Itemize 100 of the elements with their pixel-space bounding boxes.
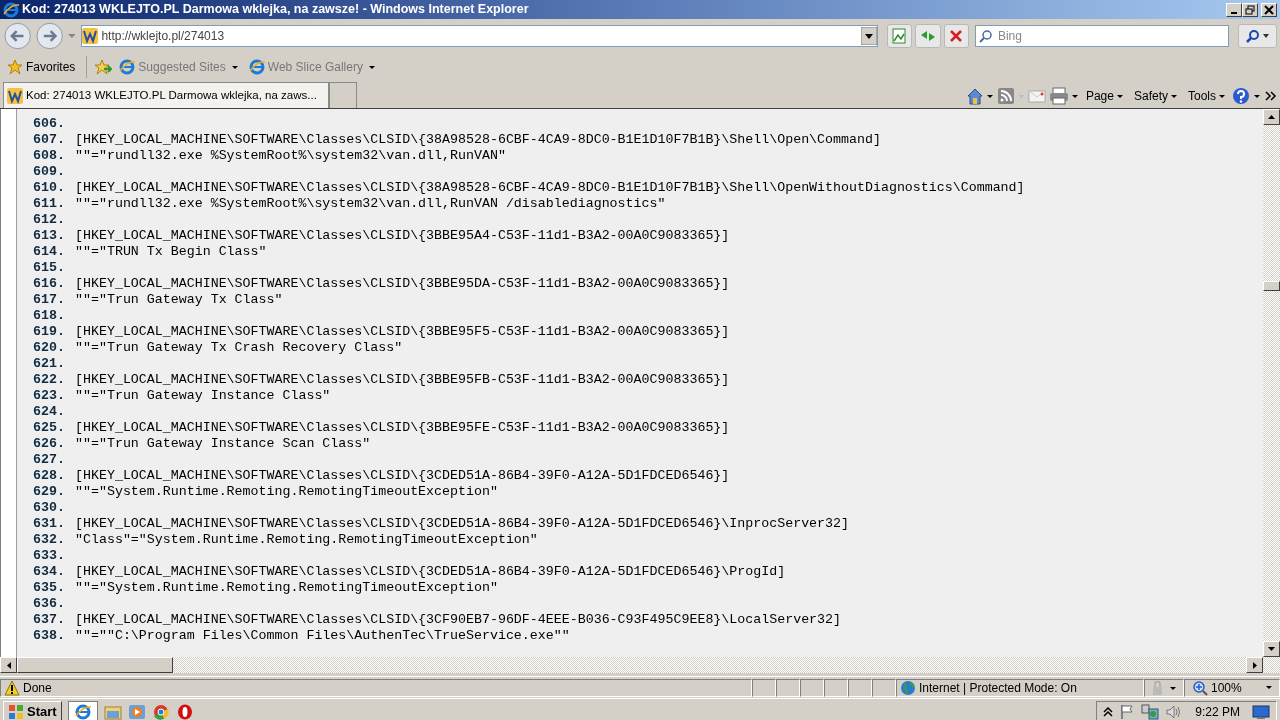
start-button[interactable]: Start (3, 700, 62, 720)
address-field[interactable]: http://wklejto.pl/274013 (81, 25, 878, 47)
start-icon (8, 703, 24, 720)
caret-icon (1219, 94, 1225, 98)
browser-tab[interactable]: Kod: 274013 WKLEJTO.PL Darmowa wklejka, na zaws... (3, 82, 329, 108)
menu-button[interactable]: Tools (1184, 87, 1229, 105)
line-number: 613. (32, 228, 66, 244)
line-number: 629. (32, 484, 66, 500)
opera-icon[interactable] (175, 703, 194, 720)
status-panel (824, 678, 848, 697)
status-panel (800, 678, 824, 697)
line-number: 636. (32, 596, 66, 612)
taskbar-browser-button[interactable] (67, 700, 98, 720)
code-line: ""="Trun Gateway Tx Crash Recovery Class" (75, 340, 403, 356)
code-line: [HKEY_LOCAL_MACHINE\SOFTWARE\Classes\CLSID\{3BBE95FB-C53F-11d1-B3A2-00A0C9083365}] (75, 372, 730, 388)
code-line: ""="System.Runtime.Remoting.RemotingTimeoutException" (75, 580, 498, 596)
line-number: 608. (32, 148, 66, 164)
minimize-icon (1231, 11, 1237, 14)
search-icon (1246, 29, 1260, 43)
scroll-up-button[interactable] (1263, 109, 1280, 125)
compatibility-button[interactable] (886, 24, 913, 48)
home-icon[interactable] (965, 87, 994, 105)
refresh-button[interactable] (915, 24, 941, 48)
scroll-right-button[interactable] (1246, 657, 1263, 673)
line-number: 622. (32, 372, 66, 388)
code-line: [HKEY_LOCAL_MACHINE\SOFTWARE\Classes\CLSID\{3CDED51A-86B4-39F0-A12A-5D1FDCED6546}\InprocServer32] (75, 516, 849, 532)
search-button[interactable] (1237, 24, 1278, 48)
site-icon (7, 87, 23, 104)
site-icon (82, 28, 99, 44)
line-number: 616. (32, 276, 66, 292)
line-number: 627. (32, 452, 66, 468)
code-line: "Class"="System.Runtime.Remoting.RemotingTimeoutException" (75, 532, 538, 548)
code-line: [HKEY_LOCAL_MACHINE\SOFTWARE\Classes\CLSID\{3CDED51A-86B4-39F0-A12A-5D1FDCED6546}] (75, 468, 730, 484)
flag-icon[interactable] (1119, 703, 1136, 720)
line-number: 637. (32, 612, 66, 628)
back-button[interactable] (3, 21, 33, 51)
scroll-left-button[interactable] (0, 657, 17, 673)
line-number: 621. (32, 356, 66, 372)
right-arrow-icon (1252, 661, 1257, 669)
code-line: [HKEY_LOCAL_MACHINE\SOFTWARE\Classes\CLSID\{3BBE95F5-C53F-11d1-B3A2-00A0C9083365}] (75, 324, 730, 340)
minimize-button[interactable] (1226, 2, 1242, 17)
stop-button[interactable] (943, 24, 969, 48)
dropdown-button[interactable] (860, 27, 877, 45)
code-line: ""=""C:\Program Files\Common Files\AuthenTec\TrueService.exe"" (75, 628, 570, 644)
menu-button[interactable]: Page (1081, 87, 1127, 105)
line-number: 610. (32, 180, 66, 196)
code-line: [HKEY_LOCAL_MACHINE\SOFTWARE\Classes\CLSID\{38A98528-6CBF-4CA9-8DC0-B1E1D10F7B1B}\Shell\Open\Command] (75, 132, 881, 148)
line-number: 638. (32, 628, 66, 644)
zone-text: Internet | Protected Mode: On (919, 679, 1077, 697)
line-number: 619. (32, 324, 66, 340)
window-title: Kod: 274013 WKLEJTO.PL Darmowa wklejka, na zawsze! - Windows Internet Explorer (22, 1, 530, 19)
stop-icon (949, 29, 964, 43)
line-number: 623. (32, 388, 66, 404)
line-number: 635. (32, 580, 66, 596)
code-line: ""="System.Runtime.Remoting.RemotingTimeoutException" (75, 484, 498, 500)
scroll-down-button[interactable] (1263, 641, 1280, 657)
code-line: [HKEY_LOCAL_MACHINE\SOFTWARE\Classes\CLSID\{3CDED51A-86B4-39F0-A12A-5D1FDCED6546}\ProgId] (75, 564, 786, 580)
browser-icon (248, 59, 265, 75)
clock: 9:22 PM (1195, 703, 1240, 720)
code-line: [HKEY_LOCAL_MACHINE\SOFTWARE\Classes\CLSID\{3CF90EB7-96DF-4EEE-B036-C93F495C9EE8}\LocalServer32] (75, 612, 842, 628)
code-line: ""="Trun Gateway Instance Scan Class" (75, 436, 371, 452)
forward-button[interactable] (35, 21, 65, 51)
down-arrow-icon (1268, 647, 1275, 651)
search-field[interactable]: Bing (974, 25, 1229, 47)
caret-icon (1116, 94, 1123, 98)
restore-button[interactable] (1242, 2, 1258, 17)
scrollbar-thumb[interactable] (1263, 281, 1280, 291)
show-hidden-icons-icon[interactable] (1103, 706, 1114, 717)
show-desktop-icon[interactable] (1252, 703, 1270, 720)
line-number: 634. (32, 564, 66, 580)
media-player-icon[interactable] (127, 703, 146, 720)
line-number: 633. (32, 548, 66, 564)
scrollbar-thumb[interactable] (17, 657, 173, 673)
line-number: 615. (32, 260, 66, 276)
feed-icon[interactable] (996, 87, 1025, 105)
code-line: ""="rundll32.exe %SystemRoot%\system32\van.dll,RunVAN" (75, 148, 506, 164)
menu-button[interactable]: Safety (1129, 87, 1181, 105)
browser-icon (3, 1, 19, 18)
search-icon (978, 29, 993, 43)
line-number: 612. (32, 212, 66, 228)
caret-icon (1266, 686, 1272, 689)
more-icon[interactable] (1265, 90, 1277, 102)
line-number: 631. (32, 516, 66, 532)
favorites-button[interactable]: Favorites (3, 58, 80, 76)
printer-icon[interactable] (1048, 87, 1079, 105)
close-button[interactable] (1261, 2, 1277, 17)
status-text: Done (23, 679, 52, 697)
code-line: [HKEY_LOCAL_MACHINE\SOFTWARE\Classes\CLSID\{38A98528-6CBF-4CA9-8DC0-B1E1D10F7B1B}\Shell\OpenWithoutDiagnostics\Command] (75, 180, 1025, 196)
star-icon (7, 59, 23, 75)
caret-icon (1171, 94, 1177, 98)
status-panel (776, 678, 800, 697)
status-panel (848, 678, 872, 697)
chrome-icon[interactable] (151, 703, 170, 720)
help-icon[interactable] (1232, 87, 1262, 105)
line-number: 628. (32, 468, 66, 484)
close-icon (1264, 4, 1274, 15)
globe-icon (900, 679, 916, 696)
line-number: 607. (32, 132, 66, 148)
network-icon[interactable] (1141, 703, 1160, 720)
code-line: ""="Trun Gateway Instance Class" (75, 388, 331, 404)
